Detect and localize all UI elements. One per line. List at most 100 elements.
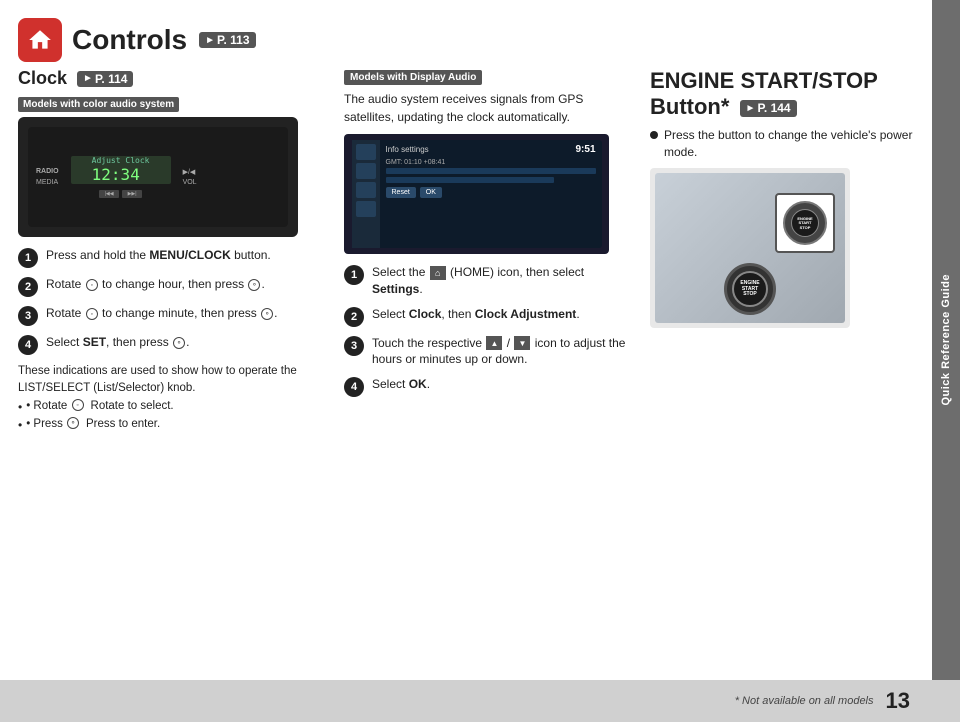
start-button-text: ENGINESTARTSTOP bbox=[740, 281, 759, 298]
callout-box: ENGINESTARTSTOP bbox=[775, 193, 835, 253]
display-gmt-row: GMT: 01:10 +08:41 bbox=[386, 159, 596, 166]
step-number-4: 4 bbox=[18, 335, 38, 355]
list-select-note: These indications are used to show how t… bbox=[18, 363, 328, 434]
sidebar-icon-4 bbox=[356, 201, 376, 217]
bottom-bar: * Not available on all models 13 bbox=[0, 680, 960, 722]
step-number-1: 1 bbox=[18, 248, 38, 268]
display-header: Info settings 9:51 bbox=[386, 144, 596, 155]
home-icon bbox=[27, 27, 53, 53]
display-audio-desc: The audio system receives signals from G… bbox=[344, 90, 634, 126]
display-audio-screen: Info settings 9:51 GMT: 01:10 +08:41 Res… bbox=[344, 134, 609, 254]
right-column: ENGINE START/STOP Button* ► P. 144 Press… bbox=[650, 68, 920, 712]
page-title: Controls ► P. 113 bbox=[72, 24, 256, 56]
bullet-rotate: • Rotate ◦ Rotate to select. bbox=[18, 398, 328, 416]
display-audio-badge: Models with Display Audio bbox=[344, 70, 482, 85]
display-step-text-4: Select OK. bbox=[372, 376, 430, 393]
step-item-1: 1 Press and hold the MENU/CLOCK button. bbox=[18, 247, 328, 268]
home-sym-icon: ⌂ bbox=[430, 266, 446, 280]
display-step-text-2: Select Clock, then Clock Adjustment. bbox=[372, 306, 580, 323]
display-step-number-4: 4 bbox=[344, 377, 364, 397]
color-audio-steps: 1 Press and hold the MENU/CLOCK button. … bbox=[18, 247, 328, 355]
start-button: ENGINESTARTSTOP bbox=[724, 263, 776, 315]
page-container: Controls ► P. 113 Clock ► P. 114 Models … bbox=[0, 0, 960, 722]
home-icon-box bbox=[18, 18, 62, 62]
clock-ref-text: P. 114 bbox=[95, 72, 127, 86]
clock-title-text: Clock bbox=[18, 68, 67, 89]
push-sym-2: ⚬ bbox=[248, 279, 260, 291]
callout-button-inner: ENGINESTARTSTOP bbox=[791, 209, 819, 237]
display-step-item-1: 1 Select the ⌂ (HOME) icon, then select … bbox=[344, 264, 634, 298]
sidebar-icon-2 bbox=[356, 163, 376, 179]
note-text: These indications are used to show how t… bbox=[18, 365, 297, 394]
radio-image: RADIO MEDIA Adjust Clock 12:34 bbox=[18, 117, 298, 237]
display-action-buttons: Reset OK bbox=[386, 187, 596, 198]
engine-bullet-item: Press the button to change the vehicle's… bbox=[650, 127, 920, 161]
radio-btn-1: |◀◀ bbox=[99, 190, 119, 198]
knob-sym-2: ◦ bbox=[86, 279, 98, 291]
display-step-number-1: 1 bbox=[344, 265, 364, 285]
display-time: 9:51 bbox=[575, 144, 595, 155]
sidebar-icon-3 bbox=[356, 182, 376, 198]
title-text: Controls bbox=[72, 24, 187, 56]
radio-buttons: |◀◀ ▶▶| bbox=[99, 190, 142, 198]
display-reset-btn: Reset bbox=[386, 187, 416, 198]
display-step-text-1: Select the ⌂ (HOME) icon, then select Se… bbox=[372, 264, 634, 298]
up-sym: ▲ bbox=[486, 336, 502, 350]
side-tab: Quick Reference Guide bbox=[932, 0, 960, 680]
start-button-inner: ENGINESTARTSTOP bbox=[732, 271, 768, 307]
radio-label: Adjust Clock bbox=[92, 156, 150, 165]
step-text-2: Rotate ◦ to change hour, then press ⚬. bbox=[46, 276, 265, 293]
display-main-area: Info settings 9:51 GMT: 01:10 +08:41 Res… bbox=[380, 140, 602, 248]
callout-button-text: ENGINESTARTSTOP bbox=[797, 217, 812, 230]
display-step-item-3: 3 Touch the respective ▲ / ▼ icon to adj… bbox=[344, 335, 634, 369]
middle-column: Models with Display Audio The audio syst… bbox=[344, 68, 634, 712]
display-step-number-2: 2 bbox=[344, 307, 364, 327]
step-text-4: Select SET, then press ⚬. bbox=[46, 334, 189, 351]
engine-ref-text: P. 144 bbox=[757, 101, 790, 115]
bullet-press-text: Press to enter. bbox=[86, 416, 160, 433]
dashboard-bg: ENGINESTARTSTOP ENGINESTARTSTOP bbox=[655, 173, 845, 323]
engine-image: ENGINESTARTSTOP ENGINESTARTSTOP bbox=[650, 168, 850, 328]
push-sym-3: ⚬ bbox=[261, 308, 273, 320]
radio-display: Adjust Clock 12:34 bbox=[71, 156, 171, 184]
page-number: 13 bbox=[886, 688, 910, 714]
display-screen-inner: Info settings 9:51 GMT: 01:10 +08:41 Res… bbox=[352, 140, 602, 248]
color-audio-badge: Models with color audio system bbox=[18, 97, 179, 112]
sidebar-icon-1 bbox=[356, 144, 376, 160]
header-row: Controls ► P. 113 bbox=[18, 18, 920, 62]
footer-footnote: * Not available on all models bbox=[735, 695, 874, 707]
step-item-2: 2 Rotate ◦ to change hour, then press ⚬. bbox=[18, 276, 328, 297]
two-column-layout: Clock ► P. 114 Models with color audio s… bbox=[18, 68, 920, 712]
display-audio-steps: 1 Select the ⌂ (HOME) icon, then select … bbox=[344, 264, 634, 397]
down-sym: ▼ bbox=[514, 336, 530, 350]
main-content: Controls ► P. 113 Clock ► P. 114 Models … bbox=[0, 0, 960, 722]
bullet-dot bbox=[650, 131, 658, 139]
left-column: Clock ► P. 114 Models with color audio s… bbox=[18, 68, 328, 712]
engine-title: ENGINE START/STOP Button* ► P. 144 bbox=[650, 68, 920, 121]
side-tab-label: Quick Reference Guide bbox=[940, 274, 952, 406]
title-ref-badge: ► P. 113 bbox=[199, 32, 255, 48]
note-knob-sym: ◦ bbox=[72, 399, 84, 411]
note-push-sym: ⚬ bbox=[67, 417, 79, 429]
display-row-2 bbox=[386, 177, 554, 183]
step-text-3: Rotate ◦ to change minute, then press ⚬. bbox=[46, 305, 277, 322]
display-ok-btn: OK bbox=[420, 187, 442, 198]
radio-btn-2: ▶▶| bbox=[122, 190, 142, 198]
title-ref-text: P. 113 bbox=[217, 33, 249, 47]
display-step-item-4: 4 Select OK. bbox=[344, 376, 634, 397]
knob-sym-3: ◦ bbox=[86, 308, 98, 320]
callout-button: ENGINESTARTSTOP bbox=[783, 201, 827, 245]
push-sym-4: ⚬ bbox=[173, 337, 185, 349]
step-number-2: 2 bbox=[18, 277, 38, 297]
radio-inner: RADIO MEDIA Adjust Clock 12:34 bbox=[28, 127, 288, 227]
step-item-3: 3 Rotate ◦ to change minute, then press … bbox=[18, 305, 328, 326]
display-row-1 bbox=[386, 168, 596, 174]
display-step-number-3: 3 bbox=[344, 336, 364, 356]
bullet-press: • Press ⚬ Press to enter. bbox=[18, 416, 328, 434]
clock-ref-badge: ► P. 114 bbox=[77, 71, 133, 87]
bullet-rotate-text: Rotate to select. bbox=[91, 398, 174, 415]
clock-section-title: Clock ► P. 114 bbox=[18, 68, 328, 89]
radio-time: 12:34 bbox=[92, 165, 150, 184]
engine-bullet-text: Press the button to change the vehicle's… bbox=[664, 127, 920, 161]
step-text-1: Press and hold the MENU/CLOCK button. bbox=[46, 247, 271, 264]
